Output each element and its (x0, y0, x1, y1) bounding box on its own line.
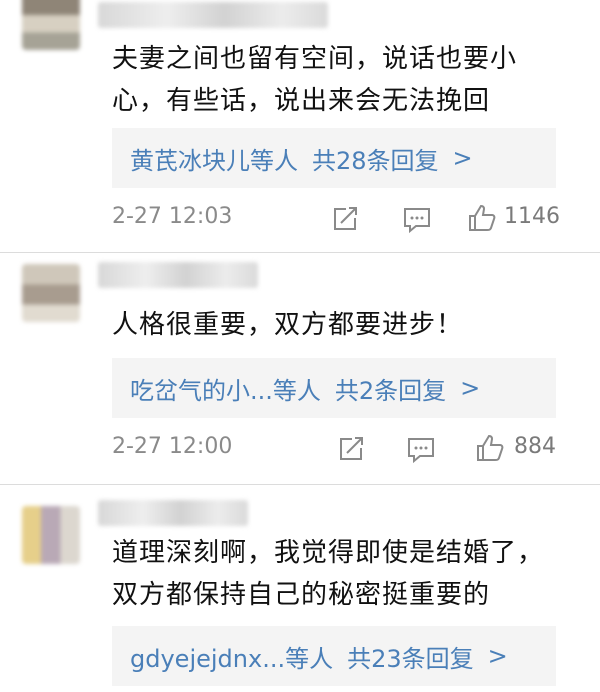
reply-summary-link[interactable]: 吃岔气的小...等人 共2条回复 > (112, 358, 556, 418)
reply-count: 共23条回复 (347, 644, 474, 673)
reply-count: 共28条回复 (312, 146, 439, 175)
timestamp: 2-27 12:00 (112, 434, 233, 459)
username-blurred[interactable] (98, 262, 258, 288)
chevron-right-icon: > (452, 144, 473, 172)
like-count: 884 (514, 434, 556, 459)
timestamp: 2-27 12:03 (112, 204, 233, 229)
divider (0, 484, 600, 485)
like-count: 1146 (504, 204, 560, 229)
reply-users: 吃岔气的小...等人 (130, 376, 321, 405)
reply-count: 共2条回复 (334, 376, 447, 405)
comment-meta: 2-27 12:00 884 (112, 434, 582, 468)
comment-icon[interactable] (406, 436, 436, 468)
comment-meta: 2-27 12:03 1146 (112, 204, 582, 238)
chevron-right-icon: > (487, 642, 508, 670)
thumbs-up-icon[interactable] (468, 204, 496, 236)
comment-item: 人格很重要，双方都要进步！ 吃岔气的小...等人 共2条回复 > 2-27 12… (0, 258, 600, 488)
comment-text: 人格很重要，双方都要进步！ (112, 310, 464, 340)
reply-users: 黄芪冰块儿等人 (130, 146, 298, 175)
thumbs-up-icon[interactable] (476, 434, 504, 466)
reply-users: gdyejejdnx...等人 (130, 644, 334, 673)
avatar[interactable] (22, 506, 80, 564)
comment-text: 道理深刻啊，我觉得即使是结婚了，双方都保持自己的秘密挺重要的 (112, 538, 545, 610)
reply-summary-link[interactable]: 黄芪冰块儿等人 共28条回复 > (112, 128, 556, 188)
username-blurred[interactable] (98, 500, 248, 526)
divider (0, 252, 600, 253)
comment-item: 夫妻之间也留有空间，说话也要小心，有些话，说出来会无法挽回 黄芪冰块儿等人 共2… (0, 0, 600, 250)
share-icon[interactable] (338, 436, 366, 466)
avatar[interactable] (22, 264, 80, 322)
comment-icon[interactable] (402, 206, 432, 238)
comment-text: 夫妻之间也留有空间，说话也要小心，有些话，说出来会无法挽回 (112, 44, 518, 116)
username-blurred[interactable] (98, 2, 328, 28)
reply-summary-link[interactable]: gdyejejdnx...等人 共23条回复 > (112, 626, 556, 686)
chevron-right-icon: > (460, 374, 481, 402)
avatar[interactable] (22, 0, 80, 50)
share-icon[interactable] (332, 206, 360, 236)
comment-item: 道理深刻啊，我觉得即使是结婚了，双方都保持自己的秘密挺重要的 gdyejejdn… (0, 490, 600, 692)
